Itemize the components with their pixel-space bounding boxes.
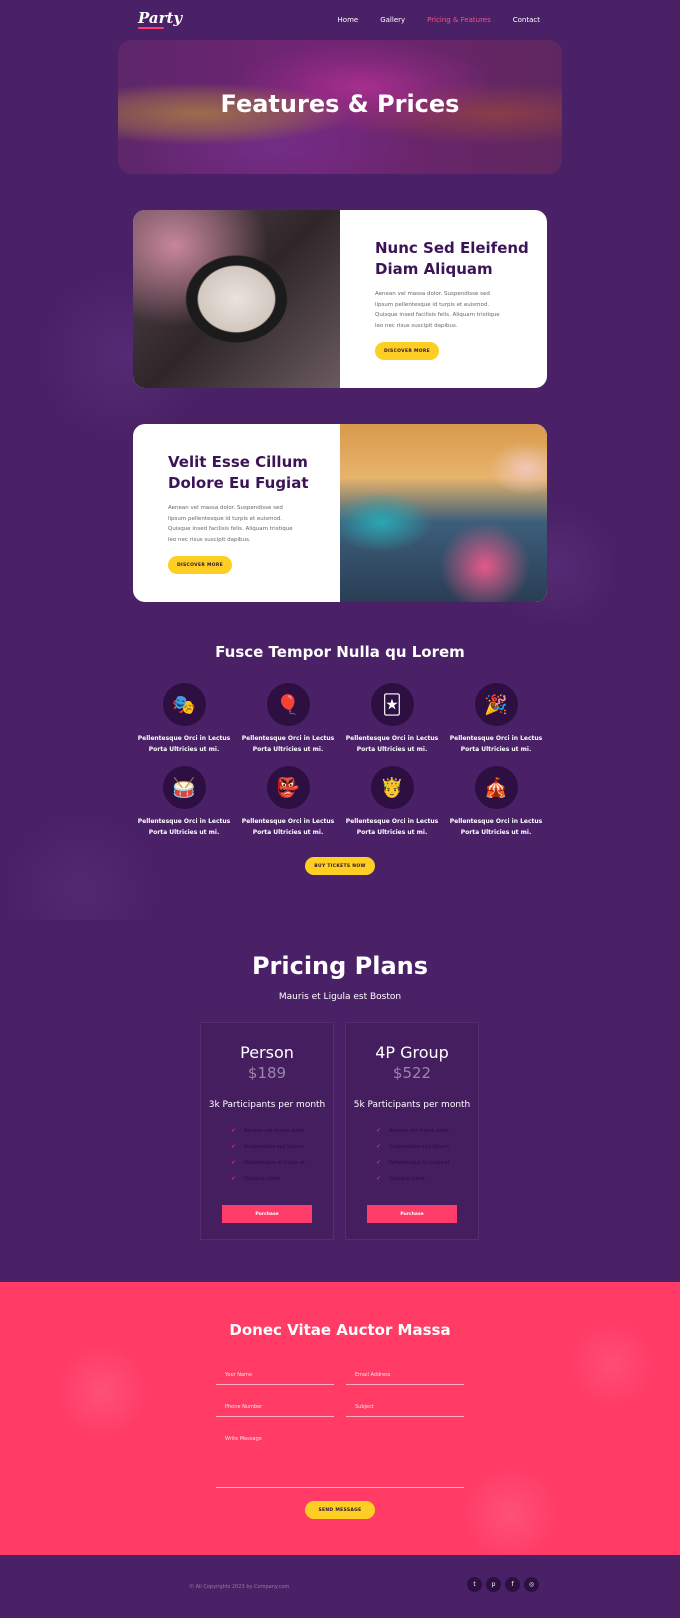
pricing-title: Pricing Plans [251,952,429,980]
phone-field[interactable]: Phone Number [216,1399,334,1417]
drum-icon: 🥁 [162,766,206,809]
top-navbar: Party Home Gallery Pricing & Features Co… [0,0,680,40]
hero-banner: Features & Prices [118,40,562,174]
page: Party Home Gallery Pricing & Features Co… [0,0,680,1618]
feature-label: Pellentesque Orci in Lectus Porta Ultric… [137,818,231,836]
nav-link-pricing-features[interactable]: Pricing & Features [427,16,491,24]
discover-more-button-2[interactable]: DISCOVER MORE [168,556,232,574]
phone-placeholder: Phone Number [225,1404,263,1410]
plan-name: Person [240,1043,294,1062]
pricing-subtitle: Mauris et Ligula est Boston [278,992,402,1002]
subject-field[interactable]: Subject [346,1399,464,1417]
carnival-parade-photo [340,424,547,602]
discover-more-button-1[interactable]: DISCOVER MORE [375,342,439,360]
email-field[interactable]: Email Address [346,1367,464,1385]
nav-link-contact[interactable]: Contact [513,16,540,24]
name-placeholder: Your Name [225,1372,253,1378]
feature-card-1: Nunc Sed Eleifend Diam Aliquam Aenean ve… [133,210,547,388]
feature-card-2-title: Velit Esse Cillum Dolore Eu Fugiat [168,453,309,492]
balloons-icon: 🎈 [266,683,310,726]
jester-icon: 🃏 [370,683,414,726]
plan-feature-list: Aenean vel massa dolor Suspendisse sed l… [231,1127,333,1191]
social-links: t p f ◎ [467,1577,539,1592]
message-field[interactable]: Write Message [216,1431,464,1488]
footer: © All Copyrights 2023 by Company.com t p… [0,1555,680,1618]
purchase-button[interactable]: Purchase [367,1205,457,1223]
name-field[interactable]: Your Name [216,1367,334,1385]
message-placeholder: Write Message [225,1436,262,1442]
nav-links: Home Gallery Pricing & Features Contact [338,16,540,24]
plan-price: $522 [392,1064,432,1082]
plan-name: 4P Group [375,1043,449,1062]
feature-item: 🎭 Pellentesque Orci in Lectus Porta Ultr… [134,683,234,755]
feature-label: Pellentesque Orci in Lectus Porta Ultric… [449,818,543,836]
pinterest-icon[interactable]: p [486,1577,501,1592]
plan-participants: 3k Participants per month [208,1100,326,1110]
feature-card-1-text: Nunc Sed Eleifend Diam Aliquam Aenean ve… [340,210,547,388]
features-title: Fusce Tempor Nulla qu Lorem [215,643,465,661]
buy-tickets-button[interactable]: BUY TICKETS NOW [305,857,375,875]
feature-item: 🎈 Pellentesque Orci in Lectus Porta Ultr… [238,683,338,755]
feature-item: 🎪 Pellentesque Orci in Lectus Porta Ultr… [446,766,546,838]
feature-card-2-text: Velit Esse Cillum Dolore Eu Fugiat Aenea… [133,424,340,602]
pricing-plan-person: Person $189 3k Participants per month Ae… [200,1022,334,1240]
plan-feature: Pellentesque id turpis et [231,1159,333,1175]
plan-feature: Aenean vel massa dolor [376,1127,478,1143]
site-logo[interactable]: Party [138,9,182,27]
feature-label: Pellentesque Orci in Lectus Porta Ultric… [241,735,335,753]
feature-card-2: Velit Esse Cillum Dolore Eu Fugiat Aenea… [133,424,547,602]
feature-label: Pellentesque Orci in Lectus Porta Ultric… [241,818,335,836]
plan-participants: 5k Participants per month [353,1100,471,1110]
facebook-icon[interactable]: f [505,1577,520,1592]
carnival-mask-icon: 👺 [266,766,310,809]
plan-feature: Suspendisse sed lipsum [376,1143,478,1159]
feature-item: 🤴 Pellentesque Orci in Lectus Porta Ultr… [342,766,442,838]
plan-feature: Suspendisse sed lipsum [231,1143,333,1159]
plan-feature: Aenean vel massa dolor [231,1127,333,1143]
king-icon: 🤴 [370,766,414,809]
pricing-plan-group: 4P Group $522 5k Participants per month … [345,1022,479,1240]
feature-label: Pellentesque Orci in Lectus Porta Ultric… [345,818,439,836]
circus-tent-icon: 🎪 [474,766,518,809]
masquerade-mask-photo [133,210,340,388]
nav-link-gallery[interactable]: Gallery [380,16,405,24]
feature-item: 🎉 Pellentesque Orci in Lectus Porta Ultr… [446,683,546,755]
feature-item: 👺 Pellentesque Orci in Lectus Porta Ultr… [238,766,338,838]
plan-feature-list: Aenean vel massa dolor Suspendisse sed l… [376,1127,478,1191]
feature-item: 🥁 Pellentesque Orci in Lectus Porta Ultr… [134,766,234,838]
twitter-icon[interactable]: t [467,1577,482,1592]
contact-title: Donec Vitae Auctor Massa [229,1321,451,1339]
feature-label: Pellentesque Orci in Lectus Porta Ultric… [137,735,231,753]
subject-placeholder: Subject [355,1404,374,1410]
plan-feature: Quisque insed [376,1175,478,1191]
page-title: Features & Prices [220,90,460,118]
send-message-button[interactable]: SEND MESSAGE [305,1501,375,1519]
logo-underline [138,27,164,29]
feature-label: Pellentesque Orci in Lectus Porta Ultric… [449,735,543,753]
fireworks-icon: 🎉 [474,683,518,726]
plan-price: $189 [247,1064,287,1082]
email-placeholder: Email Address [355,1372,391,1378]
feature-card-2-body: Aenean vel massa dolor. Suspendisse sed … [168,505,293,543]
plan-feature: Pellentesque id turpis et [376,1159,478,1175]
instagram-icon[interactable]: ◎ [524,1577,539,1592]
feature-card-1-title: Nunc Sed Eleifend Diam Aliquam [375,239,529,278]
copyright-text: © All Copyrights 2023 by Company.com [189,1584,290,1590]
feature-item: 🃏 Pellentesque Orci in Lectus Porta Ultr… [342,683,442,755]
plan-feature: Quisque insed [231,1175,333,1191]
nav-link-home[interactable]: Home [338,16,359,24]
feature-label: Pellentesque Orci in Lectus Porta Ultric… [345,735,439,753]
purchase-button[interactable]: Purchase [222,1205,312,1223]
theater-masks-icon: 🎭 [162,683,206,726]
feature-card-1-body: Aenean vel massa dolor. Suspendisse sed … [375,291,500,329]
